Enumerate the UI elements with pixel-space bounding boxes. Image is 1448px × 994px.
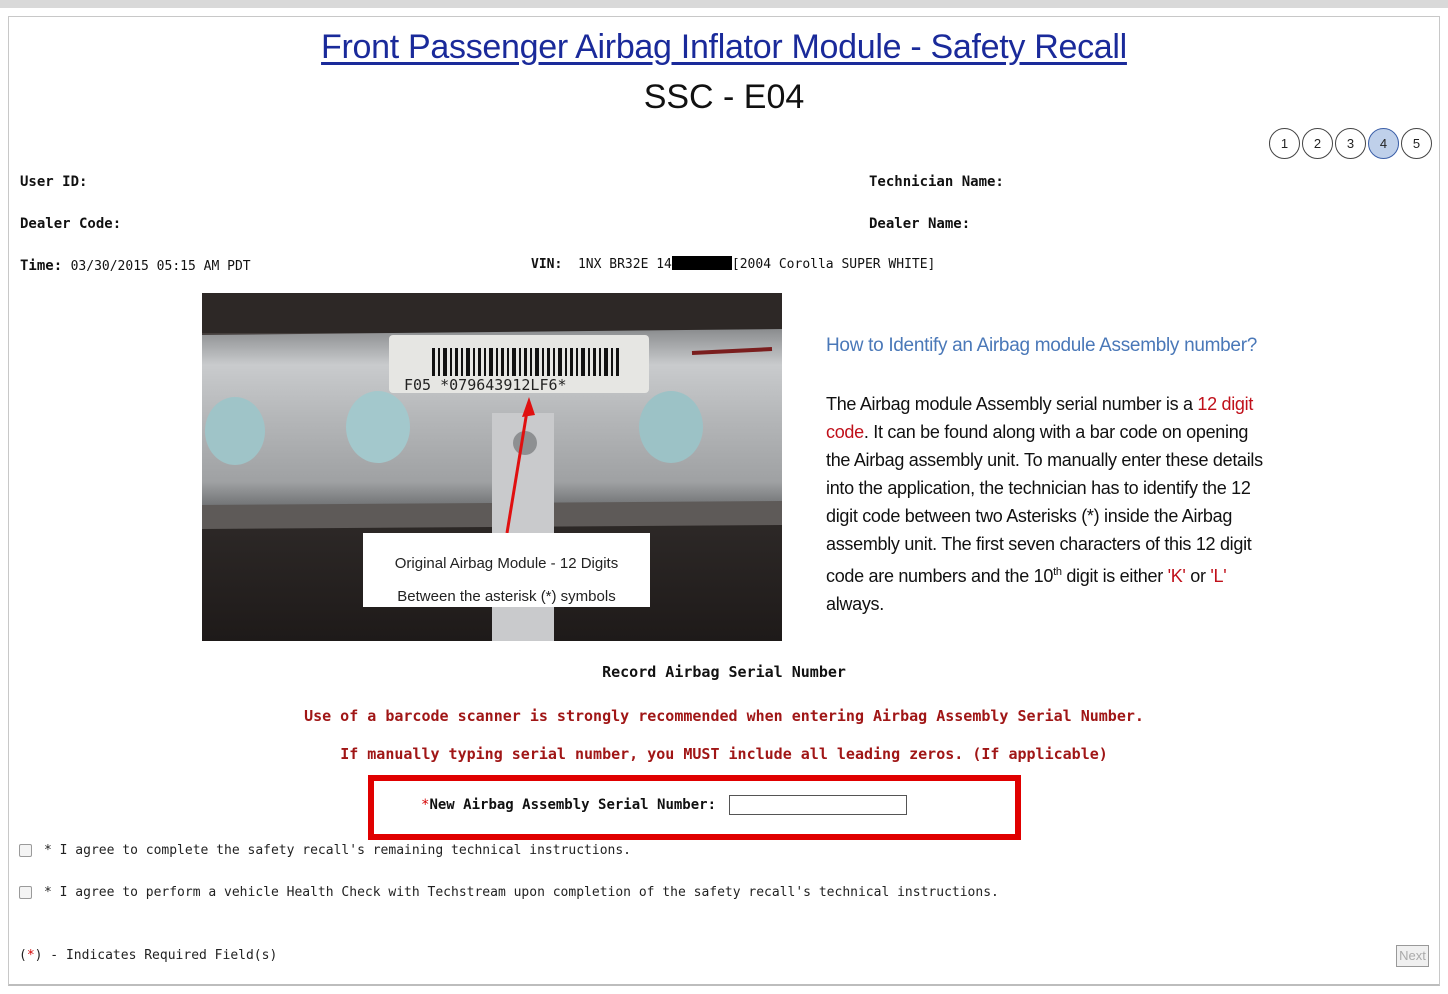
agree-instructions-label: * I agree to complete the safety recall'… (44, 843, 631, 858)
vin-vehicle: [2004 Corolla SUPER WHITE] (731, 257, 936, 272)
recall-code: SSC - E04 (643, 78, 805, 116)
dealer-code-label: Dealer Code: (20, 216, 122, 232)
step-5[interactable]: 5 (1401, 128, 1432, 159)
record-heading: Record Airbag Serial Number (602, 663, 846, 681)
highlight-l: 'L' (1210, 566, 1227, 586)
help-title: How to Identify an Airbag module Assembl… (826, 335, 1257, 356)
callout-line-2: Between the asterisk (*) symbols (397, 588, 616, 605)
vin-row: VIN: 1NX BR32E 14 [2004 Corolla SUPER WHI… (531, 256, 935, 272)
agree-instructions-checkbox[interactable] (19, 844, 32, 857)
vin-label: VIN: (531, 257, 563, 272)
next-button[interactable]: Next (1396, 945, 1429, 967)
help-text: The Airbag module Assembly serial number… (826, 394, 1263, 614)
agreement-row-instructions: * I agree to complete the safety recall'… (19, 843, 631, 858)
time-value: 03/30/2015 05:15 AM PDT (70, 259, 251, 274)
time-label: Time: (20, 258, 63, 274)
callout-line-1: Original Airbag Module - 12 Digits (394, 555, 619, 572)
step-1[interactable]: 1 (1269, 128, 1300, 159)
vin-value: 1NX BR32E 14 (577, 257, 672, 272)
agree-health-check-label: * I agree to perform a vehicle Health Ch… (44, 885, 999, 900)
step-2[interactable]: 2 (1302, 128, 1333, 159)
scanner-warning: Use of a barcode scanner is strongly rec… (304, 707, 1144, 725)
photo-callout: Original Airbag Module - 12 Digits Betwe… (363, 533, 650, 607)
redacted-block (671, 256, 732, 270)
highlight-k: 'K' (1167, 566, 1186, 586)
dealer-name-label: Dealer Name: (869, 216, 971, 232)
user-id-label: User ID: (20, 174, 88, 190)
step-indicator: 1 2 3 4 5 (1269, 128, 1432, 159)
time-row: Time: 03/30/2015 05:15 AM PDT (20, 258, 251, 274)
technician-name-label: Technician Name: (869, 174, 1004, 190)
serial-number-input[interactable] (729, 795, 907, 815)
step-4-current[interactable]: 4 (1368, 128, 1399, 159)
page-title: Front Passenger Airbag Inflator Module -… (321, 28, 1127, 66)
leading-zeros-warning: If manually typing serial number, you MU… (340, 745, 1108, 763)
agree-health-check-checkbox[interactable] (19, 886, 32, 899)
agreement-row-health-check: * I agree to perform a vehicle Health Ch… (19, 885, 999, 900)
module-label-text: F05 *079643912LF6* (404, 376, 567, 394)
serial-number-label: *New Airbag Assembly Serial Number: (421, 797, 717, 813)
top-divider (0, 0, 1448, 8)
required-fields-note: (*) - Indicates Required Field(s) (19, 948, 278, 963)
step-3[interactable]: 3 (1335, 128, 1366, 159)
